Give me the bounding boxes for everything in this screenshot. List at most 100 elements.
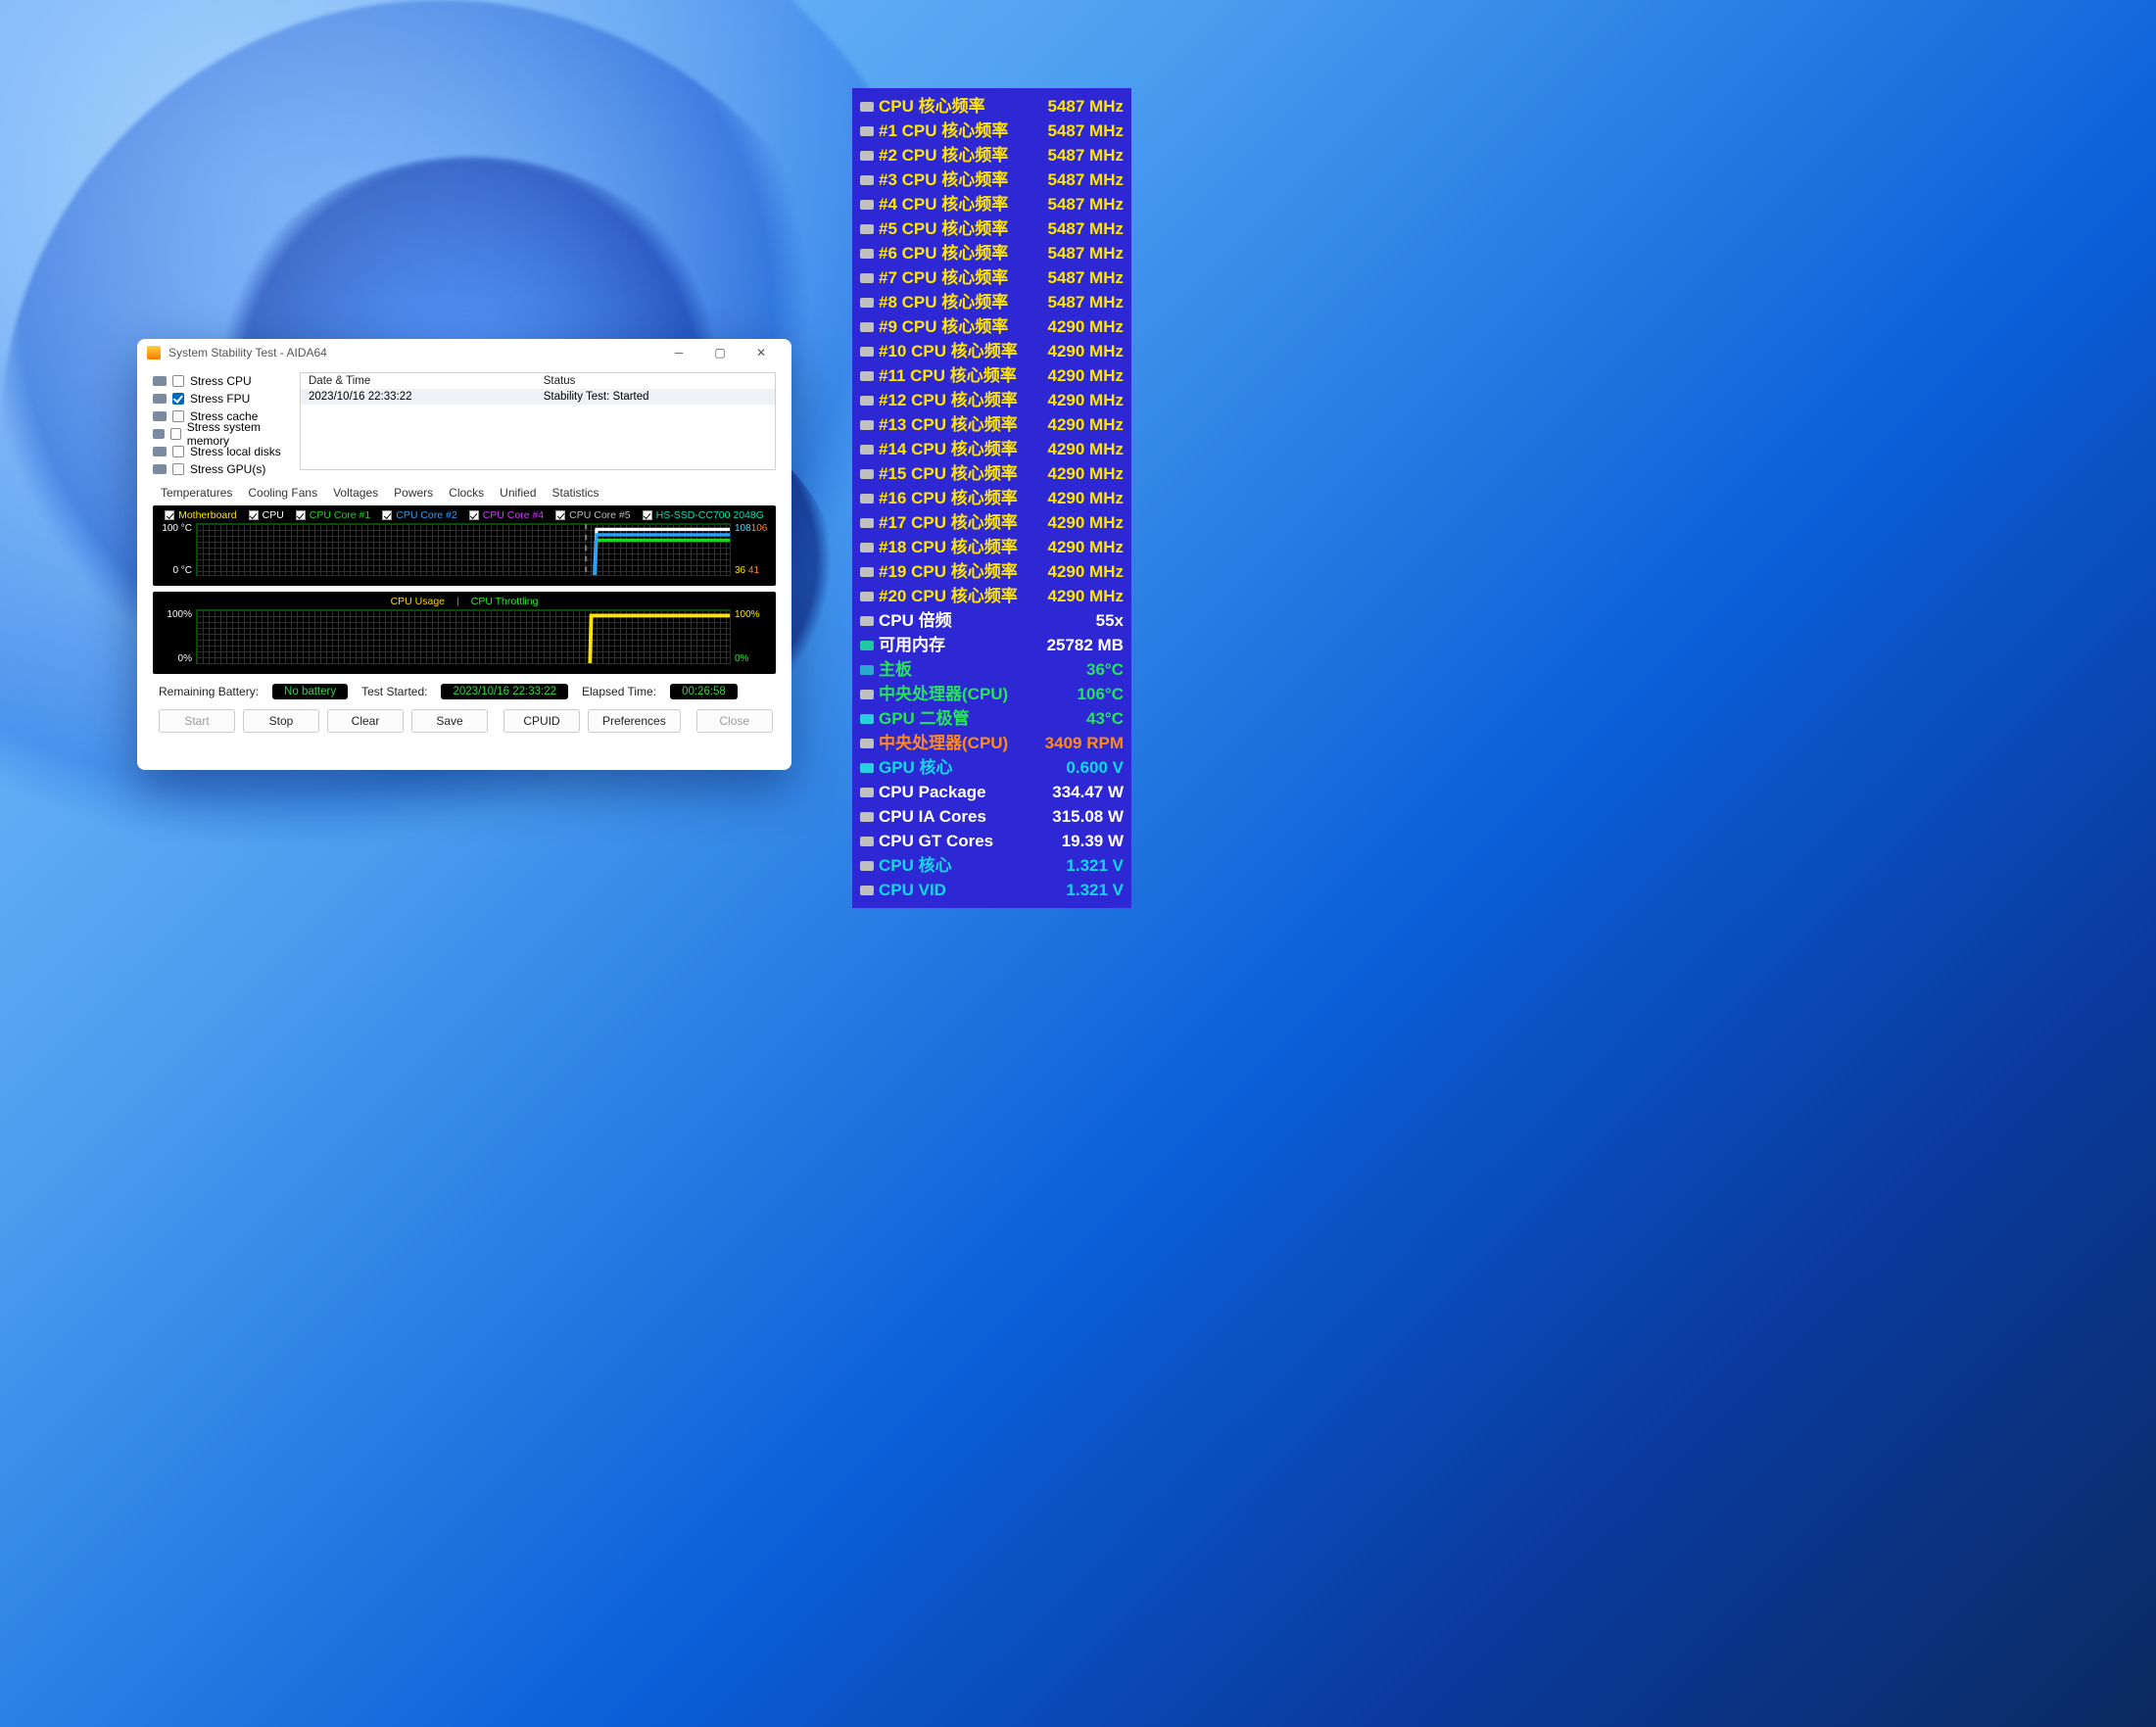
checkbox[interactable] [382,510,392,520]
checkbox[interactable] [296,510,306,520]
stress-option[interactable]: Stress GPU(s) [153,460,290,478]
sensor-icon [860,592,874,601]
sensor-icon [860,298,874,308]
checkbox[interactable] [172,410,184,422]
legend-item[interactable]: HS-SSD-CC700 2048G [643,509,764,521]
osd-label: CPU 倍频 [879,608,1086,633]
legend-usage: CPU Usage [391,596,445,607]
stop-button[interactable]: Stop [243,709,319,733]
osd-label: #10 CPU 核心频率 [879,339,1038,363]
event-log[interactable]: Date & Time Status 2023/10/16 22:33:22 S… [300,372,776,470]
sensor-icon [860,690,874,699]
osd-value: 55x [1096,608,1124,633]
legend-item[interactable]: CPU [249,509,284,521]
osd-value: 4290 MHz [1048,559,1124,584]
checkbox[interactable] [172,446,184,457]
checkbox[interactable] [172,393,184,405]
checkbox[interactable] [172,375,184,387]
title-bar[interactable]: System Stability Test - AIDA64 ─ ▢ ✕ [137,339,791,368]
stress-option[interactable]: Stress CPU [153,372,290,390]
checkbox[interactable] [172,463,184,475]
checkbox[interactable] [643,510,652,520]
legend-item[interactable]: CPU Core #2 [382,509,456,521]
osd-value: 5487 MHz [1048,94,1124,119]
osd-row: #1 CPU 核心频率5487 MHz [860,119,1124,143]
close-window-button[interactable]: Close [696,709,773,733]
legend-item[interactable]: CPU Core #1 [296,509,370,521]
checkbox[interactable] [249,510,259,520]
legend-item[interactable]: Motherboard [165,509,237,521]
cpuid-button[interactable]: CPUID [503,709,580,733]
tab-unified[interactable]: Unified [496,484,540,502]
maximize-button[interactable]: ▢ [699,341,741,364]
osd-label: GPU 二极管 [879,706,1077,731]
tab-temperatures[interactable]: Temperatures [157,484,236,502]
tab-clocks[interactable]: Clocks [445,484,488,502]
legend-label: CPU [263,509,284,521]
osd-value: 4290 MHz [1048,437,1124,461]
elapsed-label: Elapsed Time: [582,685,656,698]
tab-powers[interactable]: Powers [390,484,437,502]
tab-voltages[interactable]: Voltages [329,484,382,502]
start-button[interactable]: Start [159,709,235,733]
osd-value: 315.08 W [1052,804,1124,829]
osd-row: 可用内存25782 MB [860,633,1124,657]
legend-item[interactable]: CPU Core #4 [469,509,544,521]
save-button[interactable]: Save [411,709,488,733]
checkbox[interactable] [555,510,565,520]
stress-label: Stress system memory [187,420,290,448]
checkbox[interactable] [469,510,479,520]
tab-bar: Temperatures Cooling Fans Voltages Powers Cl… [153,478,776,505]
checkbox[interactable] [170,428,181,440]
osd-row: #5 CPU 核心频率5487 MHz [860,216,1124,241]
clear-button[interactable]: Clear [327,709,404,733]
osd-value: 4290 MHz [1048,584,1124,608]
close-button[interactable]: ✕ [741,341,782,364]
stress-option[interactable]: Stress system memory [153,425,290,443]
sensor-icon [860,151,874,161]
component-icon [153,429,165,439]
checkbox[interactable] [165,510,174,520]
stress-option[interactable]: Stress FPU [153,390,290,408]
sensor-icon [860,641,874,650]
minimize-button[interactable]: ─ [658,341,699,364]
preferences-button[interactable]: Preferences [588,709,681,733]
osd-value: 5487 MHz [1048,143,1124,168]
legend-item[interactable]: CPU Core #5 [555,509,630,521]
osd-label: #17 CPU 核心频率 [879,510,1038,535]
tab-statistics[interactable]: Statistics [549,484,603,502]
window-title: System Stability Test - AIDA64 [168,346,658,360]
osd-label: #20 CPU 核心频率 [879,584,1038,608]
osd-value: 4290 MHz [1048,486,1124,510]
osd-value: 4290 MHz [1048,314,1124,339]
component-icon [153,447,167,456]
osd-value: 4290 MHz [1048,412,1124,437]
component-icon [153,376,167,386]
osd-value: 19.39 W [1062,829,1124,853]
osd-row: #17 CPU 核心频率 4290 MHz [860,510,1124,535]
osd-label: #1 CPU 核心频率 [879,119,1038,143]
osd-row: #19 CPU 核心频率4290 MHz [860,559,1124,584]
osd-row: #8 CPU 核心频率5487 MHz [860,290,1124,314]
plot-grid: 22:33:22 [196,523,731,576]
osd-label: #8 CPU 核心频率 [879,290,1038,314]
sensor-icon [860,224,874,234]
sensor-icon [860,543,874,552]
usage-trace [197,610,730,664]
sensor-icon [860,886,874,895]
osd-label: #3 CPU 核心频率 [879,168,1038,192]
stress-label: Stress local disks [190,445,281,458]
osd-row: #3 CPU 核心频率5487 MHz [860,168,1124,192]
osd-value: 1.321 V [1066,878,1124,902]
cpu-usage-plot: CPU Usage | CPU Throttling 100% 0% 100% [153,592,776,674]
osd-row: CPU Package334.47 W [860,780,1124,804]
osd-row: 主板36°C [860,657,1124,682]
stress-option[interactable]: Stress local disks [153,443,290,460]
legend-label: Motherboard [178,509,237,521]
osd-row: #11 CPU 核心频率4290 MHz [860,363,1124,388]
osd-value: 4290 MHz [1048,510,1124,535]
osd-row: #4 CPU 核心频率5487 MHz [860,192,1124,216]
stress-label: Stress GPU(s) [190,462,265,476]
tab-cooling-fans[interactable]: Cooling Fans [244,484,321,502]
osd-value: 36°C [1086,657,1124,682]
